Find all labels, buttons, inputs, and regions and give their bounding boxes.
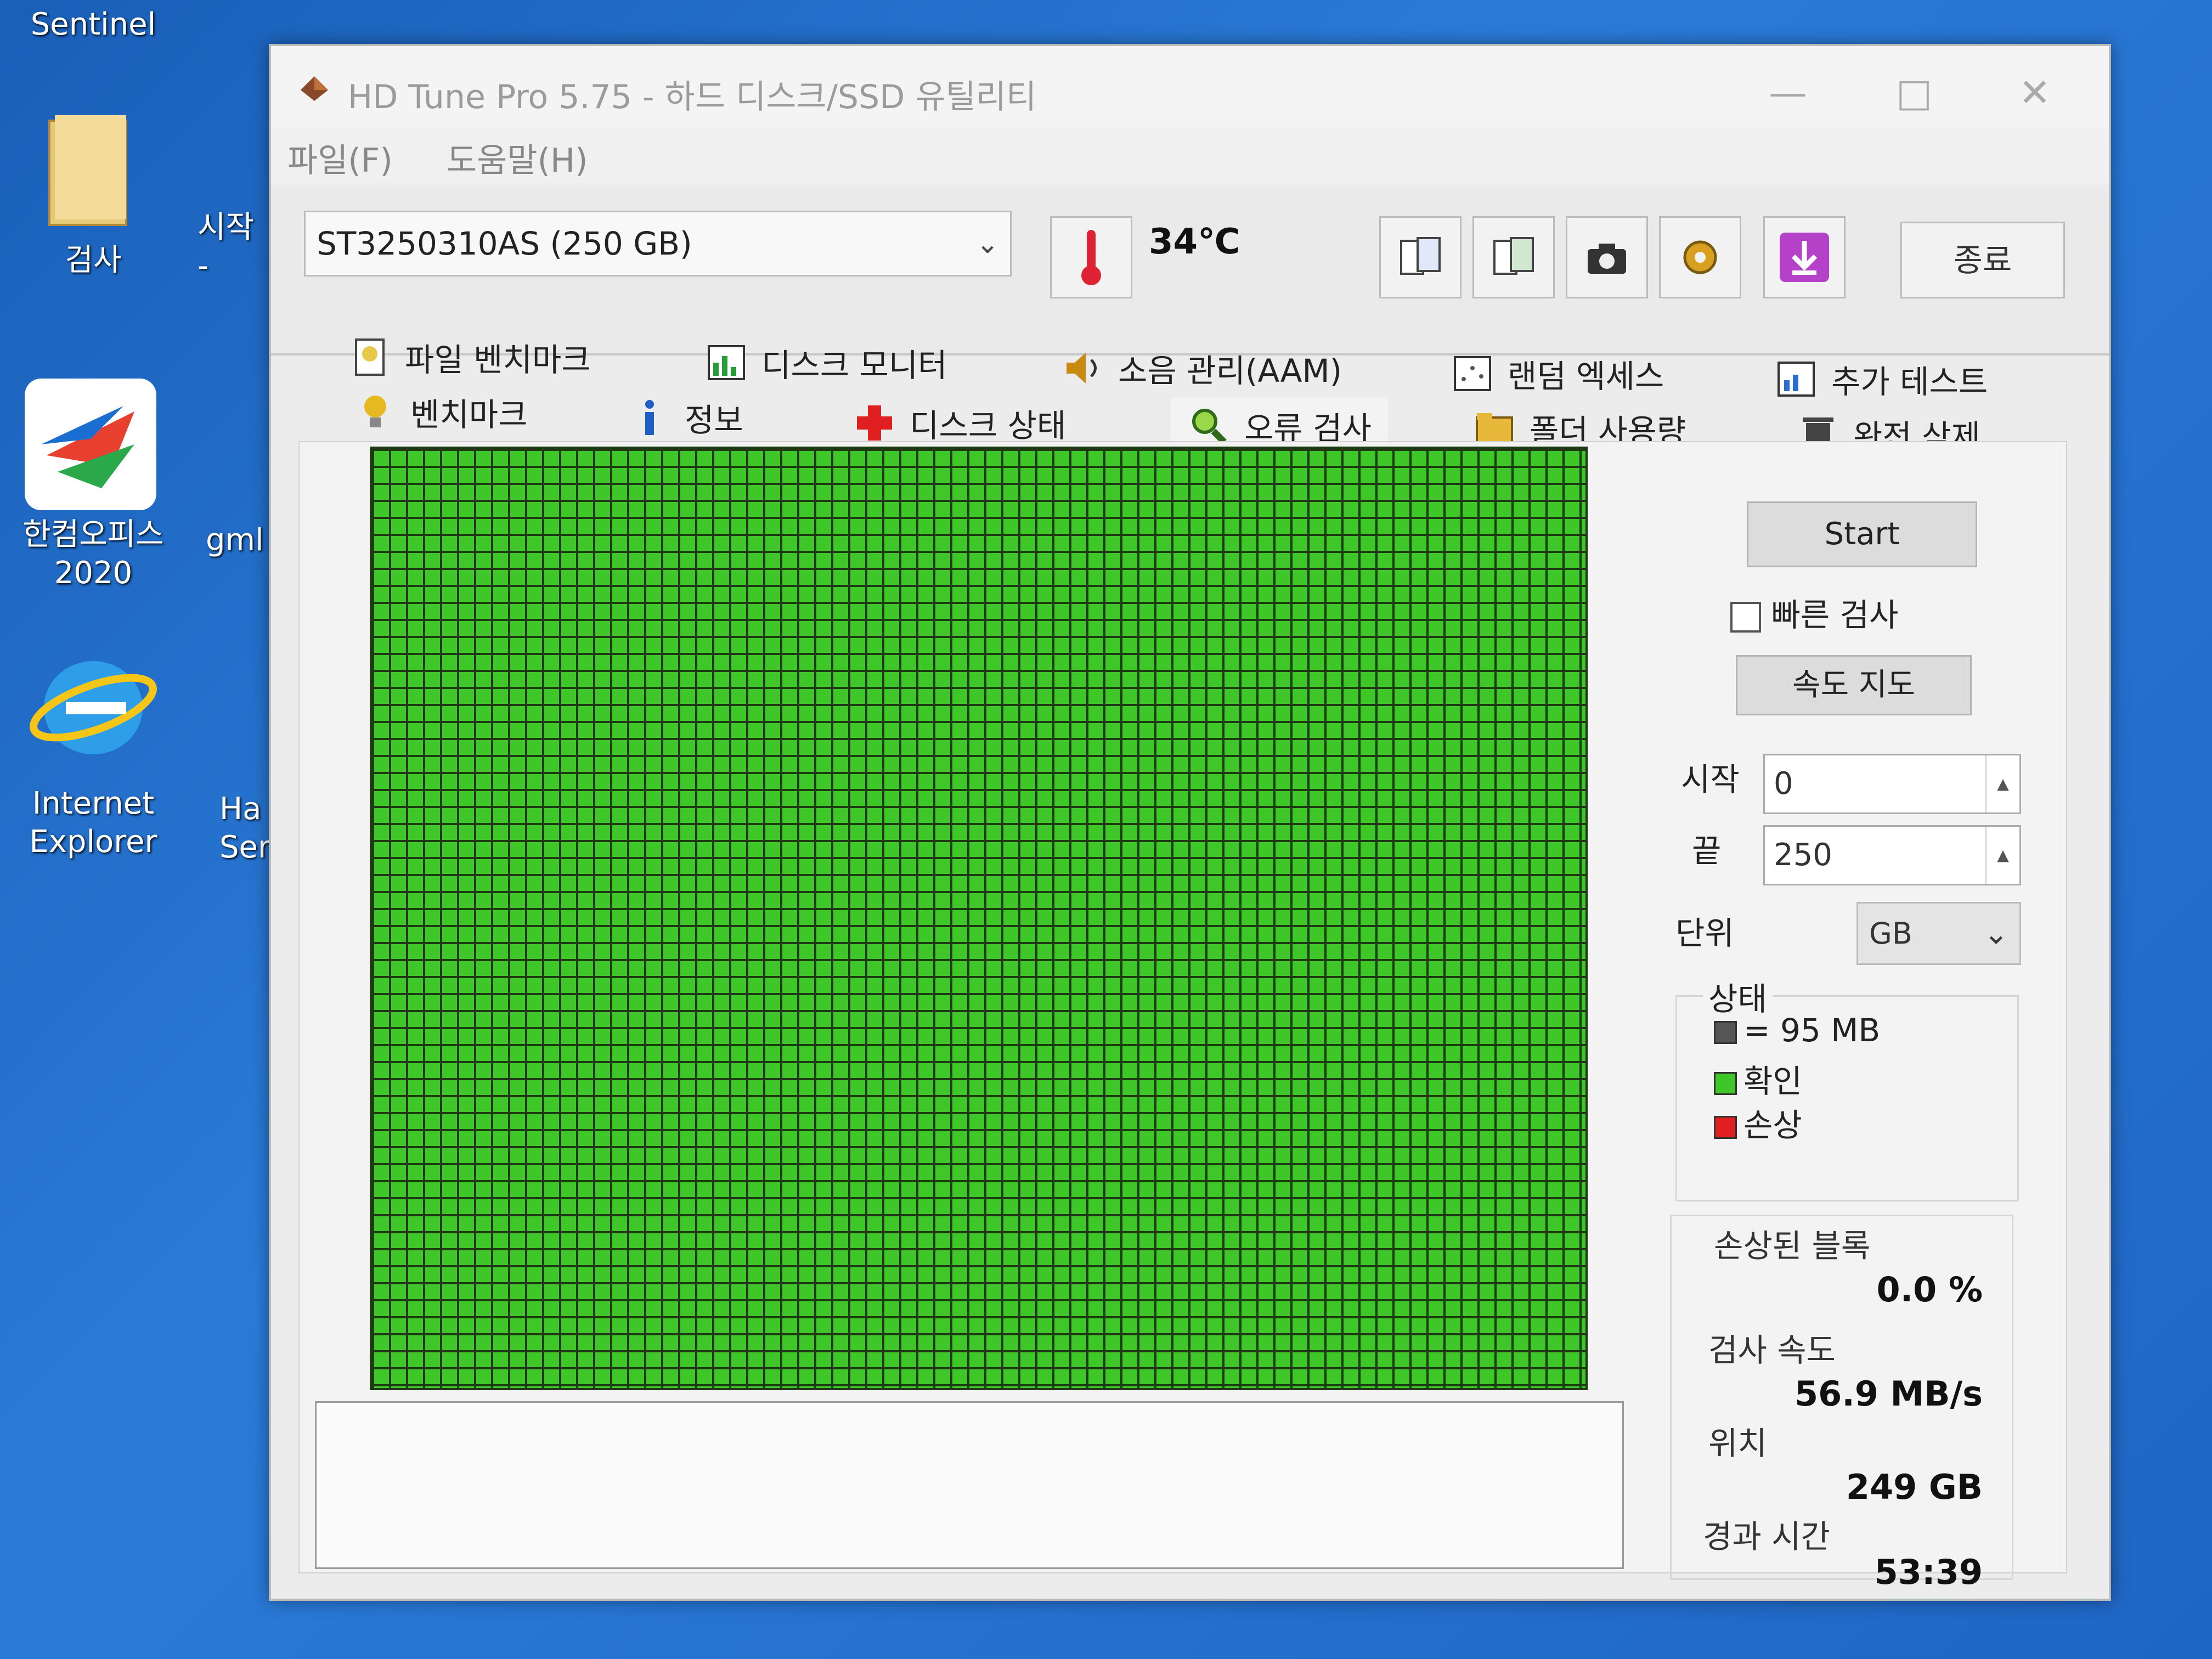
chevron-down-icon: ⌄ bbox=[976, 228, 999, 259]
unit-label: 단위 bbox=[1675, 915, 1734, 952]
tab-aam[interactable]: 소음 관리(AAM) bbox=[1061, 345, 1342, 391]
legend-damaged-text: 손상 bbox=[1743, 1107, 1802, 1144]
title-bar[interactable]: HD Tune Pro 5.75 - 하드 디스크/SSD 유틸리티 — □ ✕ bbox=[271, 46, 2109, 139]
disk-monitor-icon bbox=[708, 345, 745, 380]
desktop-label-sentinel[interactable]: Sentinel bbox=[11, 5, 176, 44]
quick-scan-label: 빠른 검사 bbox=[1771, 596, 1899, 634]
legend-ok: 확인 bbox=[1714, 1056, 1802, 1102]
damaged-blocks-value: 0.0 % bbox=[1876, 1269, 1983, 1310]
options-button[interactable] bbox=[1659, 216, 1741, 298]
tab-label: 디스크 상태 bbox=[910, 407, 1066, 444]
maximize-icon[interactable]: □ bbox=[1884, 63, 1944, 123]
menu-file[interactable]: 파일(F) bbox=[287, 134, 393, 182]
error-scan-block-map bbox=[370, 447, 1588, 1390]
exit-button[interactable]: 종료 bbox=[1900, 222, 2065, 298]
tab-random-access[interactable]: 랜덤 엑세스 bbox=[1451, 351, 1664, 397]
tab-label: 소음 관리(AAM) bbox=[1118, 352, 1342, 390]
health-cross-icon bbox=[857, 405, 892, 441]
end-input[interactable]: 250 ▲▼ bbox=[1763, 825, 2021, 921]
damaged-blocks-label: 손상된 블록 bbox=[1714, 1227, 1871, 1265]
minimize-icon[interactable]: — bbox=[1758, 63, 1818, 123]
tab-label: 디스크 모니터 bbox=[761, 347, 947, 384]
tab-label: 정보 bbox=[685, 402, 743, 439]
desktop-label-start-partial[interactable]: 시작 - bbox=[198, 208, 263, 285]
legend-block-swatch bbox=[1714, 1020, 1737, 1044]
copy-info-button[interactable] bbox=[1379, 216, 1462, 298]
desktop-label-hase[interactable]: Ha Ser bbox=[219, 790, 270, 867]
screenshot-icon bbox=[1588, 244, 1626, 274]
position-label: 위치 bbox=[1708, 1425, 1767, 1462]
desktop-label-ie[interactable]: Internet Explorer bbox=[11, 785, 176, 861]
temperature-button[interactable] bbox=[1050, 216, 1132, 298]
tab-health[interactable]: 디스크 상태 bbox=[853, 400, 1066, 446]
save-button[interactable] bbox=[1763, 216, 1846, 298]
options-icon bbox=[1683, 240, 1717, 274]
speaker-icon bbox=[1066, 353, 1097, 383]
folder-icon[interactable] bbox=[44, 110, 137, 230]
drive-select-value: ST3250310AS (250 GB) bbox=[317, 225, 692, 262]
scan-speed-value: 56.9 MB/s bbox=[1794, 1374, 1983, 1414]
start-field-label: 시작 bbox=[1681, 761, 1740, 798]
spin-arrows[interactable]: ▲▼ bbox=[1985, 755, 2019, 850]
scan-log-box bbox=[315, 1401, 1624, 1569]
chevron-down-icon: ⌄ bbox=[1983, 916, 2008, 951]
quick-scan-checkbox[interactable]: 빠른 검사 bbox=[1730, 589, 1898, 635]
screenshot-button[interactable] bbox=[1566, 216, 1648, 298]
internet-explorer-icon[interactable] bbox=[27, 647, 159, 768]
end-input-value: 250 bbox=[1774, 837, 1832, 873]
tab-disk-monitor[interactable]: 디스크 모니터 bbox=[704, 340, 947, 386]
start-input-value: 0 bbox=[1774, 766, 1793, 802]
legend-block-text: = 95 MB bbox=[1743, 1012, 1881, 1049]
info-icon bbox=[645, 400, 654, 435]
random-access-icon bbox=[1454, 356, 1491, 391]
legend-block-size: = 95 MB bbox=[1714, 1012, 1880, 1049]
extra-tests-icon bbox=[1778, 362, 1815, 397]
speed-map-button[interactable]: 속도 지도 bbox=[1736, 655, 1972, 715]
copy-all-icon bbox=[1493, 237, 1534, 275]
window-title: HD Tune Pro 5.75 - 하드 디스크/SSD 유틸리티 bbox=[348, 78, 1037, 116]
tab-file-benchmark[interactable]: 파일 벤치마크 bbox=[348, 334, 591, 380]
elapsed-label: 경과 시간 bbox=[1703, 1518, 1830, 1555]
legend-damaged-swatch bbox=[1714, 1115, 1737, 1139]
elapsed-value: 53:39 bbox=[1874, 1552, 1983, 1592]
hancom-office-icon[interactable] bbox=[25, 379, 156, 510]
start-input[interactable]: 0 ▲▼ bbox=[1763, 754, 2021, 850]
tab-benchmark[interactable]: 벤치마크 bbox=[353, 389, 527, 435]
temperature-value: 34℃ bbox=[1149, 222, 1240, 262]
tab-info[interactable]: 정보 bbox=[628, 394, 743, 441]
spin-arrows[interactable]: ▲▼ bbox=[1985, 827, 2019, 921]
unit-select-value: GB bbox=[1869, 916, 1912, 951]
desktop-label-check[interactable]: 검사 bbox=[33, 241, 154, 280]
legend-damaged: 손상 bbox=[1714, 1099, 1802, 1146]
checkbox-box[interactable] bbox=[1730, 601, 1761, 633]
close-icon[interactable]: ✕ bbox=[2005, 63, 2065, 123]
spin-up-icon[interactable]: ▲ bbox=[1997, 827, 2009, 884]
tab-extra-tests[interactable]: 추가 테스트 bbox=[1774, 356, 1988, 402]
start-button[interactable]: Start bbox=[1747, 501, 1977, 567]
hdtune-window: HD Tune Pro 5.75 - 하드 디스크/SSD 유틸리티 — □ ✕… bbox=[269, 44, 2111, 1601]
file-benchmark-icon bbox=[355, 338, 385, 376]
save-download-icon bbox=[1780, 233, 1829, 282]
copy-all-button[interactable] bbox=[1472, 216, 1555, 298]
tab-label: 추가 테스트 bbox=[1831, 363, 1988, 400]
drive-select[interactable]: ST3250310AS (250 GB) ⌄ bbox=[304, 211, 1012, 276]
end-field-label: 끝 bbox=[1692, 832, 1722, 870]
scan-speed-label: 검사 속도 bbox=[1708, 1331, 1836, 1369]
menu-help[interactable]: 도움말(H) bbox=[447, 134, 588, 182]
desktop-label-hancom[interactable]: 한컴오피스 2020 bbox=[0, 516, 187, 592]
tab-label: 파일 벤치마크 bbox=[405, 341, 591, 379]
app-icon bbox=[301, 76, 328, 101]
unit-select[interactable]: GB ⌄ bbox=[1857, 902, 2021, 965]
legend-ok-text: 확인 bbox=[1743, 1063, 1802, 1100]
legend-ok-swatch bbox=[1714, 1071, 1737, 1095]
desktop-label-gml[interactable]: gml bbox=[206, 521, 272, 560]
thermometer-icon bbox=[1081, 230, 1101, 285]
position-value: 249 GB bbox=[1846, 1467, 1983, 1507]
tab-label: 벤치마크 bbox=[410, 396, 528, 433]
benchmark-bulb-icon bbox=[364, 396, 386, 427]
spin-up-icon[interactable]: ▲ bbox=[1997, 755, 2009, 812]
tab-label: 랜덤 엑세스 bbox=[1508, 358, 1664, 395]
copy-info-icon bbox=[1400, 237, 1441, 275]
